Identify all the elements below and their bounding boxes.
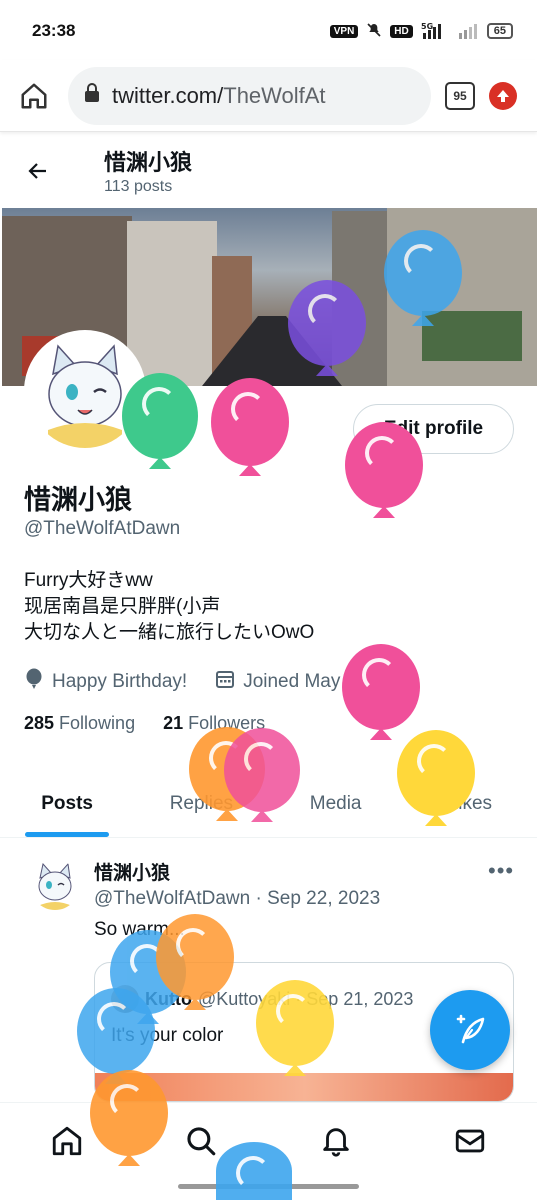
update-button[interactable]: [489, 81, 517, 110]
home-icon: [52, 1126, 82, 1155]
post-author[interactable]: 惜渊小狼: [94, 858, 170, 885]
compose-feather-icon: [456, 1014, 485, 1044]
arrow-left-icon: [28, 163, 46, 179]
profile-bio: Furry大好きww 现居南昌是只胖胖(小声 大切な人と一緒に旅行したいOwO: [24, 568, 314, 646]
battery-icon: 65: [486, 23, 513, 39]
vpn-icon: VPN: [329, 24, 359, 38]
nav-home[interactable]: [37, 1111, 97, 1171]
post-meta[interactable]: @TheWolfAtDawn · Sep 22, 2023: [94, 888, 380, 910]
bio-line: 现居南昌是只胖胖(小声: [24, 596, 221, 617]
hd-icon: HD: [390, 24, 413, 38]
status-icons: VPN HD 5G 65: [329, 21, 513, 42]
mail-icon: [455, 1129, 485, 1152]
search-icon: [187, 1126, 216, 1155]
svg-text:5G: 5G: [421, 22, 433, 31]
compose-button[interactable]: [430, 990, 510, 1070]
balloon-icon: [24, 668, 44, 696]
nav-notifications[interactable]: [306, 1111, 366, 1171]
status-bar: 23:38 VPN HD 5G 65: [0, 0, 537, 62]
post-avatar[interactable]: [30, 860, 80, 910]
bio-line: 大切な人と一緒に旅行したいOwO: [24, 622, 315, 643]
signal-2-icon: [457, 21, 479, 42]
back-button[interactable]: [20, 153, 56, 189]
lock-icon: [84, 83, 100, 108]
birthday-text: Happy Birthday!: [52, 671, 188, 692]
address-bar[interactable]: twitter.com/TheWolfAt: [68, 66, 431, 125]
profile-meta: Happy Birthday! Joined May 2019: [24, 668, 388, 696]
signal-icon: 5G: [421, 21, 449, 42]
tab-posts[interactable]: Posts: [0, 770, 134, 837]
url-text: twitter.com/TheWolfAt: [112, 82, 326, 108]
more-options-icon[interactable]: •••: [488, 858, 514, 884]
header-title: 惜渊小狼: [104, 150, 193, 175]
house-icon: [21, 83, 47, 108]
following-link[interactable]: 285 Following: [24, 713, 135, 734]
home-button[interactable]: [14, 76, 54, 116]
profile-name: 惜渊小狼: [24, 485, 132, 515]
calendar-icon: [215, 669, 235, 695]
nav-messages[interactable]: [440, 1111, 500, 1171]
bell-icon: [322, 1127, 349, 1157]
arrow-up-icon: [497, 89, 509, 102]
bio-line: Furry大好きww: [24, 570, 153, 591]
browser-toolbar: twitter.com/TheWolfAt 95: [0, 60, 537, 132]
status-time: 23:38: [32, 21, 76, 40]
post-count: 113 posts: [104, 178, 173, 195]
tab-switcher-button[interactable]: 95: [445, 81, 475, 110]
mute-icon: [366, 22, 382, 41]
profile-header: 惜渊小狼 113 posts: [0, 133, 537, 208]
profile-handle: @TheWolfAtDawn: [24, 518, 181, 539]
